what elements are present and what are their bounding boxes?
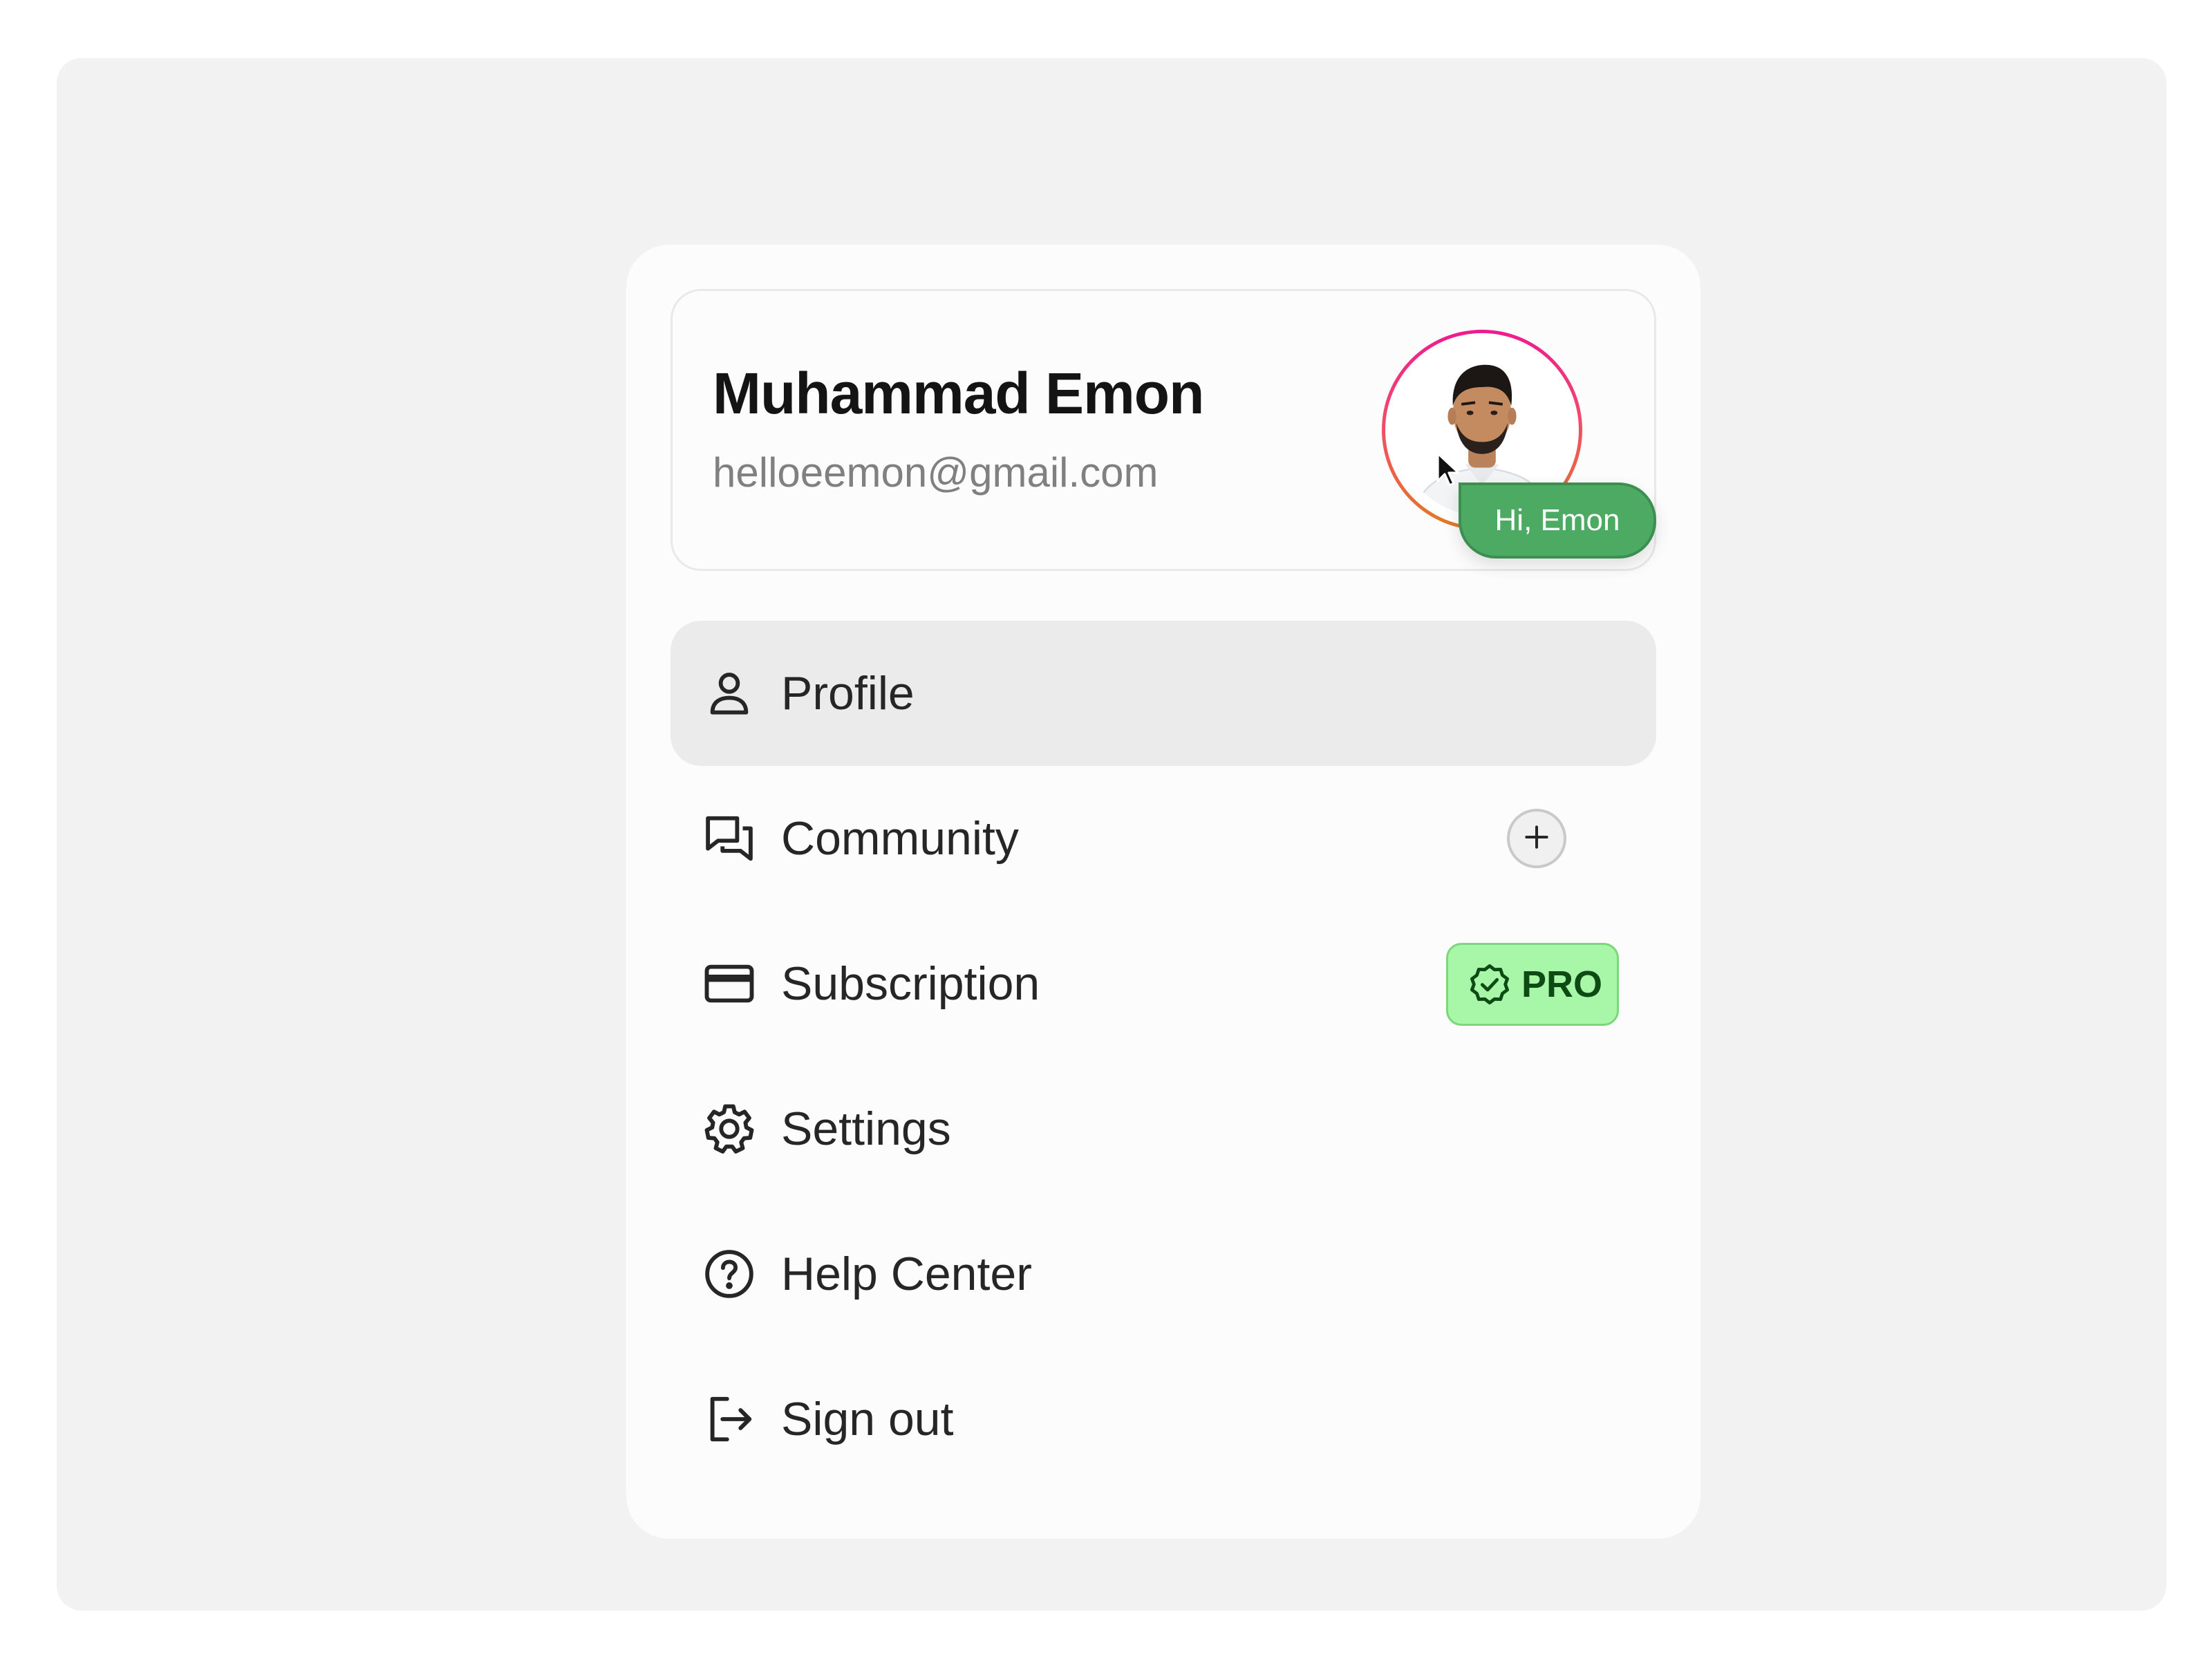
account-menu: Muhammad Emon helloeemon@gmail.com Profi… bbox=[626, 245, 1700, 1539]
pro-badge: PRO bbox=[1446, 943, 1619, 1026]
menu-item-subscription[interactable]: Subscription PRO bbox=[671, 911, 1656, 1056]
plus-icon bbox=[1521, 822, 1552, 856]
menu-item-help-center[interactable]: Help Center bbox=[671, 1201, 1656, 1347]
chat-bubbles-icon bbox=[702, 812, 756, 865]
credit-card-icon bbox=[702, 957, 756, 1011]
pro-badge-label: PRO bbox=[1521, 964, 1603, 1005]
verified-badge-icon bbox=[1468, 962, 1512, 1006]
menu-item-label: Settings bbox=[781, 1103, 951, 1155]
page-background: Muhammad Emon helloeemon@gmail.com Profi… bbox=[57, 58, 2166, 1611]
question-circle-icon bbox=[702, 1247, 756, 1301]
menu-item-label: Help Center bbox=[781, 1248, 1032, 1300]
user-email: helloeemon@gmail.com bbox=[713, 449, 1159, 496]
menu-item-profile[interactable]: Profile bbox=[671, 621, 1656, 766]
menu-item-community[interactable]: Community bbox=[671, 766, 1656, 911]
user-icon bbox=[702, 666, 756, 720]
sign-out-icon bbox=[702, 1392, 756, 1446]
menu-item-label: Community bbox=[781, 812, 1019, 865]
add-community-button[interactable] bbox=[1507, 809, 1566, 868]
menu-item-label: Subscription bbox=[781, 957, 1040, 1010]
user-name: Muhammad Emon bbox=[713, 361, 1204, 426]
menu-item-label: Sign out bbox=[781, 1393, 954, 1445]
menu-item-label: Profile bbox=[781, 667, 915, 720]
gear-icon bbox=[702, 1102, 756, 1156]
menu-item-sign-out[interactable]: Sign out bbox=[671, 1347, 1656, 1492]
greeting-tooltip: Hi, Emon bbox=[1459, 482, 1656, 559]
menu-item-settings[interactable]: Settings bbox=[671, 1056, 1656, 1201]
